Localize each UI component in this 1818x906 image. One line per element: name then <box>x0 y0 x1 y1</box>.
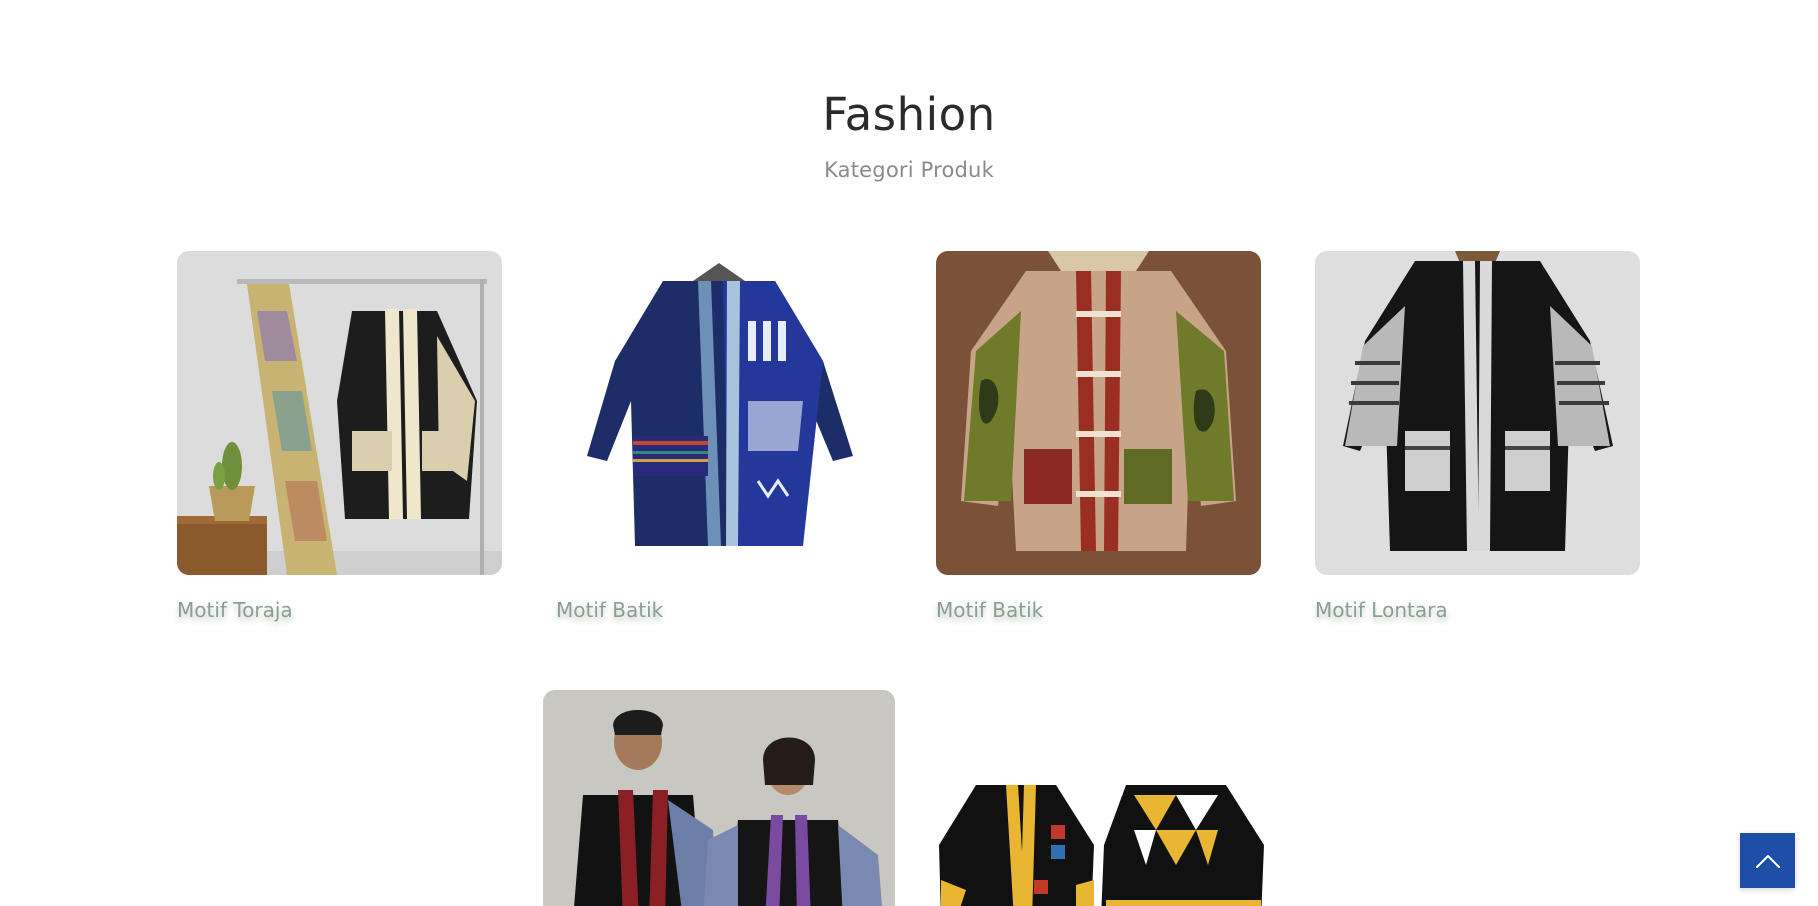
section-title: Fashion <box>822 88 996 141</box>
product-image-5[interactable] <box>543 690 895 906</box>
product-card-6[interactable] <box>936 770 1266 906</box>
product-label[interactable]: Motif Batik <box>936 598 1043 622</box>
product-label[interactable]: Motif Lontara <box>1315 598 1448 622</box>
product-label[interactable]: Motif Toraja <box>177 598 293 622</box>
product-card-motif-toraja[interactable]: Motif Toraja <box>177 251 502 631</box>
product-image-motif-toraja[interactable] <box>177 251 502 575</box>
product-card-motif-batik-tan[interactable]: Motif Batik <box>936 251 1261 631</box>
product-image-motif-lontara[interactable] <box>1315 251 1640 575</box>
back-to-top-button[interactable] <box>1740 833 1795 888</box>
product-image-6[interactable] <box>936 770 1266 906</box>
product-image-motif-batik-tan[interactable] <box>936 251 1261 575</box>
product-card-motif-lontara[interactable]: Motif Lontara <box>1315 251 1640 631</box>
chevron-up-icon <box>1755 854 1780 868</box>
product-label[interactable]: Motif Batik <box>556 598 663 622</box>
product-image-motif-batik[interactable] <box>543 251 895 575</box>
product-card-motif-batik[interactable]: Motif Batik <box>543 251 895 631</box>
page: Fashion Kategori Produk Motif Toraja Mot… <box>0 0 1818 906</box>
section-subtitle: Kategori Produk <box>824 158 994 182</box>
product-card-5[interactable] <box>543 690 895 906</box>
